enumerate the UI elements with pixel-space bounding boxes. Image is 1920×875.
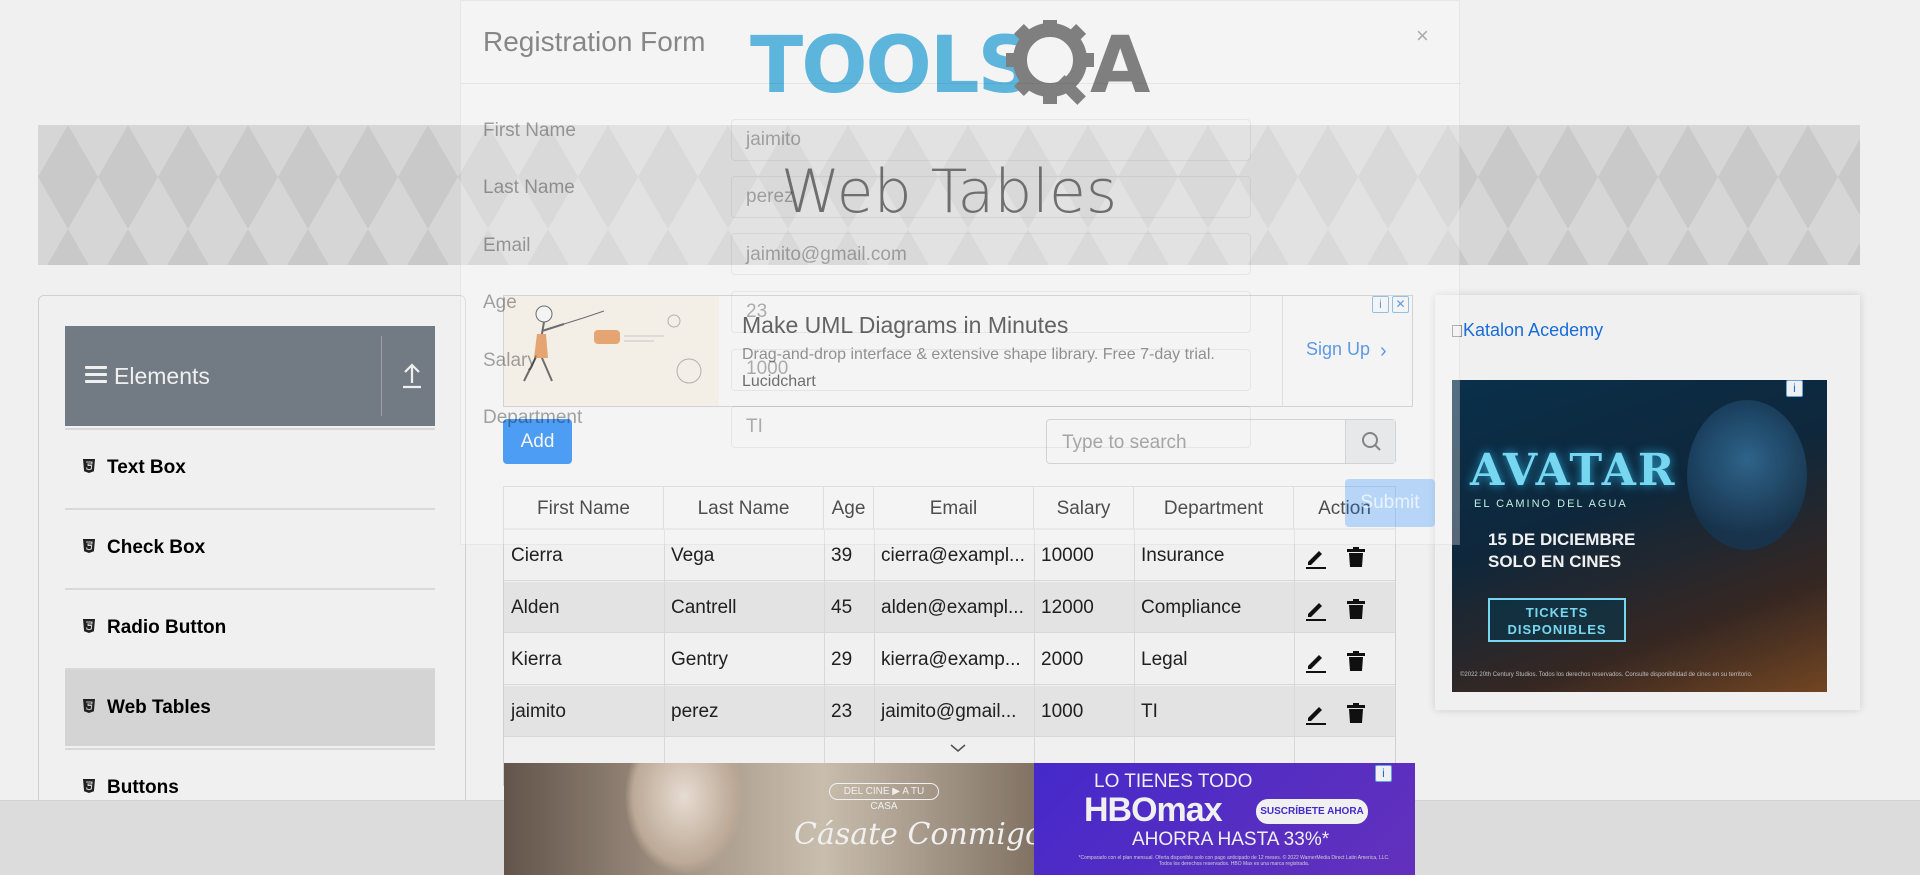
first-name-label: First Name xyxy=(483,120,576,141)
first-name-value: jaimito xyxy=(746,129,801,150)
email-label: Email xyxy=(483,235,531,256)
department-value: TI xyxy=(746,416,763,437)
age-field[interactable] xyxy=(731,291,1251,333)
page: TOOLS A Web Tables Elements Text Box Che… xyxy=(0,0,1920,875)
last-name-value: perez xyxy=(746,186,794,207)
first-name-field[interactable] xyxy=(731,119,1251,161)
close-icon[interactable]: × xyxy=(1416,23,1429,49)
last-name-label: Last Name xyxy=(483,177,575,198)
modal-title: Registration Form xyxy=(483,26,706,57)
divider xyxy=(461,83,1461,84)
age-value: 23 xyxy=(746,301,768,322)
department-label: Department xyxy=(483,407,583,428)
registration-form-modal: Registration Form × First Name jaimito L… xyxy=(460,0,1461,545)
age-label: Age xyxy=(483,292,517,313)
salary-field[interactable] xyxy=(731,349,1251,391)
email-value: jaimito@gmail.com xyxy=(746,244,907,265)
last-name-field[interactable] xyxy=(731,176,1251,218)
department-field[interactable] xyxy=(731,406,1251,448)
salary-value: 1000 xyxy=(746,358,789,379)
submit-button[interactable]: Submit xyxy=(1345,479,1435,527)
salary-label: Salary xyxy=(483,350,537,371)
